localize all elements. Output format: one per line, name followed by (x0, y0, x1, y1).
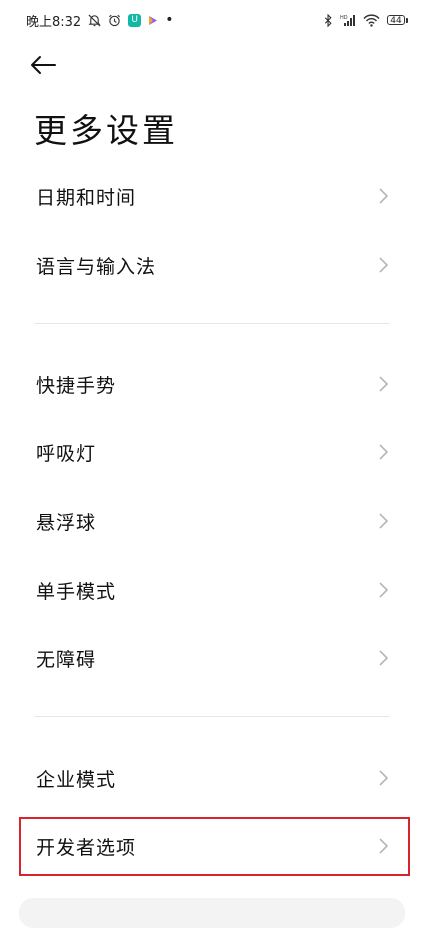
settings-item-one-hand-mode[interactable]: 单手模式 (0, 556, 422, 624)
settings-item-language-input[interactable]: 语言与输入法 (0, 231, 422, 299)
hd-signal-icon: HD (340, 14, 356, 27)
back-button[interactable] (30, 50, 64, 80)
bluetooth-icon (324, 13, 333, 27)
alarm-icon (108, 14, 121, 27)
settings-item-label: 日期和时间 (36, 186, 137, 209)
status-bar-left: 晚上8:32 U • (26, 11, 173, 30)
section-divider (34, 716, 390, 717)
battery-tip (406, 17, 408, 23)
app-icon: U (128, 13, 142, 27)
page-title: 更多设置 (34, 111, 178, 150)
chevron-right-icon (379, 770, 388, 786)
chevron-right-icon (379, 376, 388, 392)
settings-item-gestures[interactable]: 快捷手势 (0, 350, 422, 418)
battery-level: 44 (387, 15, 405, 26)
chevron-right-icon (379, 582, 388, 598)
chevron-right-icon (379, 838, 388, 854)
settings-item-label: 无障碍 (36, 648, 97, 671)
status-time: 晚上8:32 (26, 14, 82, 30)
settings-item-label: 快捷手势 (36, 374, 117, 397)
settings-item-enterprise-mode[interactable]: 企业模式 (0, 744, 422, 812)
status-bar-right: HD 44 (324, 13, 408, 27)
svg-text:HD: HD (340, 15, 348, 21)
chevron-right-icon (379, 444, 388, 460)
chevron-right-icon (379, 650, 388, 666)
battery-icon: 44 (387, 15, 408, 26)
settings-item-label: 开发者选项 (36, 836, 137, 859)
wifi-icon (363, 13, 380, 27)
bottom-card (19, 898, 405, 928)
play-icon (148, 15, 158, 26)
settings-item-date-time[interactable]: 日期和时间 (0, 162, 422, 230)
section-divider (34, 323, 390, 324)
settings-item-label: 悬浮球 (36, 511, 97, 534)
settings-item-label: 企业模式 (36, 768, 117, 791)
settings-item-developer-options[interactable]: 开发者选项 (0, 812, 422, 880)
settings-item-label: 呼吸灯 (36, 442, 97, 465)
chevron-right-icon (379, 513, 388, 529)
chevron-right-icon (379, 257, 388, 273)
settings-item-breathing-light[interactable]: 呼吸灯 (0, 418, 422, 486)
chevron-right-icon (379, 188, 388, 204)
more-notifications-icon: • (165, 12, 174, 28)
settings-item-label: 单手模式 (36, 580, 117, 603)
arrow-left-icon (31, 56, 56, 74)
status-bar: 晚上8:32 U • HD 44 (0, 0, 422, 40)
settings-item-floating-ball[interactable]: 悬浮球 (0, 487, 422, 555)
mute-bell-icon (88, 14, 101, 27)
settings-item-label: 语言与输入法 (36, 255, 157, 278)
settings-item-accessibility[interactable]: 无障碍 (0, 624, 422, 692)
